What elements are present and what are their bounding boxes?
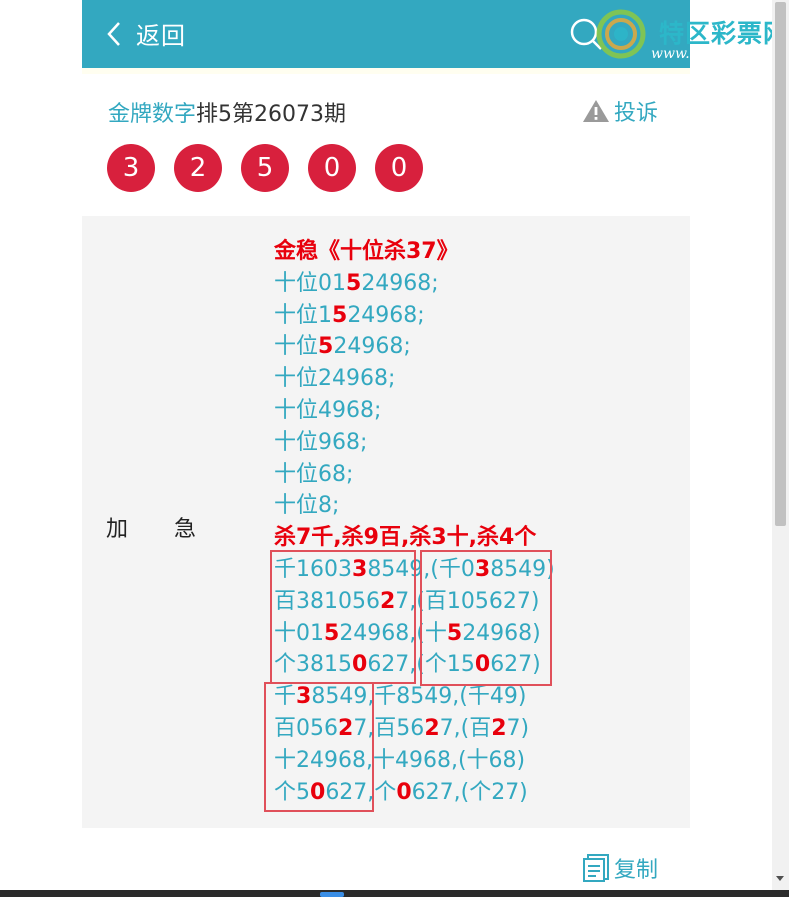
highlight-box [264, 682, 374, 812]
line-text: 十位24968; [274, 366, 396, 392]
result-ball: 0 [308, 144, 356, 192]
logo-swirl-icon [596, 9, 646, 59]
header-divider [82, 68, 690, 74]
prediction-heading: 金稳《十位杀37》 [274, 236, 555, 268]
site-logo: 特区彩票网 www.tqcp.net [593, 6, 789, 68]
prediction-line: 十位68; [274, 459, 555, 491]
logo-text: 特区彩票网 [659, 19, 789, 48]
line-text: 7) [506, 715, 530, 741]
vertical-scrollbar[interactable] [772, 0, 789, 890]
logo-url: www.tqcp.net [651, 46, 749, 62]
prediction-line: 十位24968; [274, 363, 555, 395]
urgent-label: 加急 [106, 517, 243, 542]
highlight-digit: 金稳《十位杀37》 [274, 239, 459, 264]
scrollbar-thumb[interactable] [775, 2, 786, 526]
complain-button[interactable]: 投诉 [582, 95, 658, 127]
bottom-bar [0, 890, 789, 897]
prediction-line: 十位968; [274, 427, 555, 459]
back-button[interactable]: 返回 [106, 16, 186, 51]
prediction-line: 十位1524968; [274, 300, 555, 332]
highlight-box [420, 550, 552, 686]
highlight-digit: 2 [491, 715, 507, 741]
line-text: 627,(个27) [411, 779, 528, 805]
line-text: 十位68; [274, 461, 354, 487]
line-text: 7,(百 [439, 715, 492, 741]
prediction-content: 加急 金稳《十位杀37》 十位01524968; 十位1524968; 十位52496… [82, 216, 690, 828]
prediction-line: 十位4968; [274, 395, 555, 427]
complain-label: 投诉 [614, 101, 659, 126]
result-ball: 3 [107, 144, 155, 192]
line-text: 十位4968; [274, 397, 382, 423]
title-author-link[interactable]: 金牌数字 [108, 102, 196, 127]
highlight-digit: 0 [396, 779, 412, 805]
line-text: 十位968; [274, 429, 368, 455]
highlight-digit: 5 [332, 302, 348, 328]
line-text: 十位8; [274, 493, 340, 519]
result-ball: 2 [174, 144, 222, 192]
line-text: 24968; [361, 270, 439, 296]
page-title: 金牌数字排5第26073期 [108, 96, 346, 128]
copy-label: 复制 [614, 858, 659, 883]
line-text: 十位01 [274, 270, 346, 296]
result-ball: 5 [241, 144, 289, 192]
prediction-line: 十位8; [274, 490, 555, 522]
result-balls: 3 2 5 0 0 [107, 144, 442, 192]
line-text: 十位 [274, 334, 319, 360]
chevron-left-icon [106, 19, 128, 49]
prediction-line: 十位01524968; [274, 268, 555, 300]
highlight-digit: 杀7千,杀9百,杀3十,杀4个 [274, 525, 537, 551]
back-label: 返回 [136, 22, 186, 50]
prediction-line: 十位524968; [274, 331, 555, 363]
copy-button[interactable]: 复制 [582, 852, 658, 884]
highlight-digit: 2 [424, 715, 440, 741]
line-text: 24968; [333, 334, 411, 360]
warning-icon [583, 100, 609, 122]
highlight-digit: 5 [318, 334, 334, 360]
copy-icon [583, 854, 609, 882]
bottom-bar-accent [320, 892, 344, 897]
title-issue: 排5第26073期 [196, 102, 346, 127]
result-ball: 0 [375, 144, 423, 192]
page: 返回 特区彩票网 www.tqcp.net 金牌数字排5第26073期 投诉 3… [82, 0, 788, 897]
highlight-box [270, 550, 416, 684]
scroll-down-arrow-icon[interactable] [776, 876, 784, 881]
line-text: 十位1 [274, 302, 332, 328]
highlight-digit: 5 [346, 270, 362, 296]
line-text: 24968; [347, 302, 425, 328]
